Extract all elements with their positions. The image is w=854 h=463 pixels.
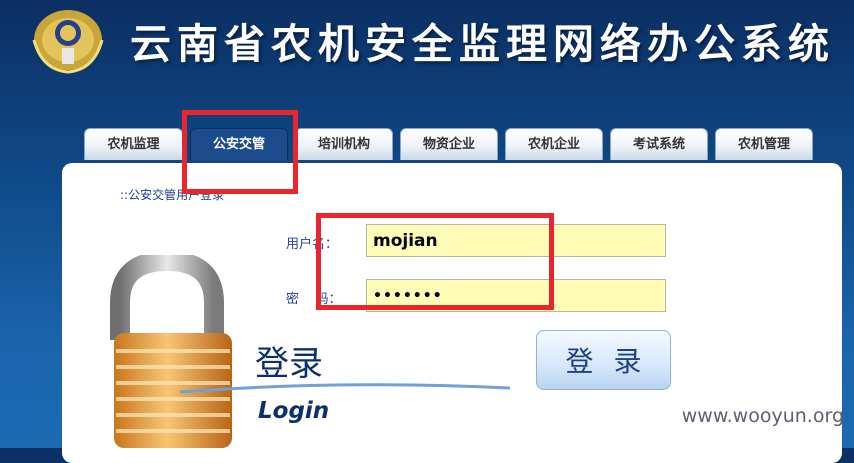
login-banner-cn: 登录 <box>255 344 323 384</box>
module-tabs: 农机监理 公安交管 培训机构 物资企业 农机企业 考试系统 农机管理 <box>0 128 854 164</box>
tab-wuzi-qiye[interactable]: 物资企业 <box>400 128 498 160</box>
swoosh-decoration <box>180 383 510 394</box>
header: 云南省农机安全监理网络办公系统 <box>0 0 854 95</box>
tab-peixun-jigou[interactable]: 培训机构 <box>295 128 393 160</box>
tab-kaoshi-xitong[interactable]: 考试系统 <box>610 128 708 160</box>
login-banner-en: Login <box>258 398 330 424</box>
tab-nongji-qiye[interactable]: 农机企业 <box>505 128 603 160</box>
tab-nongji-jianli[interactable]: 农机监理 <box>84 128 183 160</box>
highlight-box-tab <box>182 110 298 194</box>
watermark: www.wooyun.org <box>681 405 844 427</box>
highlight-box-credentials <box>316 213 554 310</box>
system-title: 云南省农机安全监理网络办公系统 <box>130 20 835 68</box>
padlock-icon <box>110 255 232 448</box>
police-emblem-icon <box>32 10 104 74</box>
login-button[interactable]: 登录 <box>536 330 671 390</box>
tab-nongji-guanli[interactable]: 农机管理 <box>715 128 813 160</box>
